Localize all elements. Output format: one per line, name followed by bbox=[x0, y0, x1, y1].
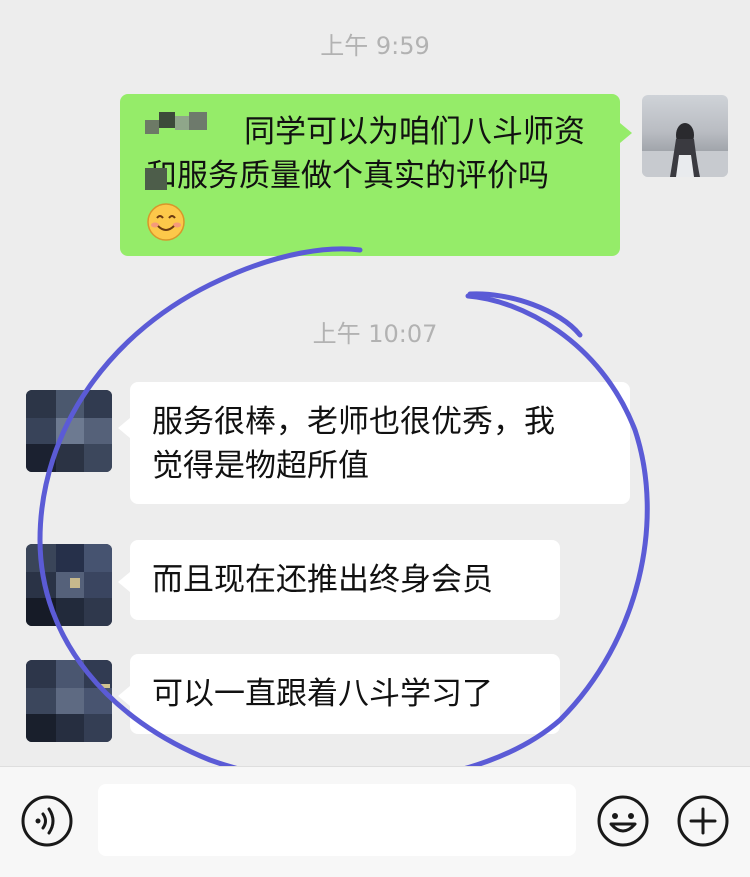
outgoing-emoji-row bbox=[146, 198, 598, 242]
smile-emoji-icon bbox=[147, 202, 185, 241]
bubble-tail bbox=[118, 418, 130, 438]
incoming-message[interactable]: 可以一直跟着八斗学习了 bbox=[130, 654, 560, 734]
pixelated-avatar-icon bbox=[26, 660, 112, 742]
voice-icon[interactable] bbox=[20, 794, 74, 848]
bubble-tail bbox=[118, 572, 130, 592]
bubble-tail bbox=[620, 123, 632, 143]
incoming-text-1: 服务很棒，老师也很优秀，我 bbox=[152, 404, 555, 440]
contact-avatar[interactable] bbox=[26, 390, 112, 472]
plus-icon[interactable] bbox=[676, 794, 730, 848]
portrait-image bbox=[642, 123, 728, 177]
message-input[interactable] bbox=[98, 784, 576, 856]
pixelated-avatar-icon bbox=[26, 544, 112, 626]
chat-area[interactable]: 上午 9:59 同学可以为咱们八斗师资 和服务质量做个真实的评价吗 上午 10:… bbox=[0, 0, 750, 766]
bubble-tail bbox=[118, 686, 130, 706]
emoji-icon[interactable] bbox=[596, 794, 650, 848]
my-avatar[interactable] bbox=[642, 95, 728, 177]
incoming-text-1: 可以一直跟着八斗学习了 bbox=[152, 676, 493, 712]
input-bar bbox=[0, 766, 750, 877]
incoming-text-2: 觉得是物超所值 bbox=[152, 448, 369, 484]
incoming-text-1: 而且现在还推出终身会员 bbox=[152, 562, 493, 598]
incoming-message[interactable]: 而且现在还推出终身会员 bbox=[130, 540, 560, 620]
incoming-message[interactable]: 服务很棒，老师也很优秀，我 觉得是物超所值 bbox=[130, 382, 630, 504]
timestamp: 上午 9:59 bbox=[320, 32, 430, 60]
pixelated-avatar-icon bbox=[26, 390, 112, 472]
pixelated-name-mosaic bbox=[145, 112, 207, 190]
contact-avatar[interactable] bbox=[26, 660, 112, 742]
timestamp: 上午 10:07 bbox=[312, 320, 438, 348]
contact-avatar[interactable] bbox=[26, 544, 112, 626]
outgoing-text-1: 同学可以为咱们八斗师资 bbox=[244, 114, 585, 150]
